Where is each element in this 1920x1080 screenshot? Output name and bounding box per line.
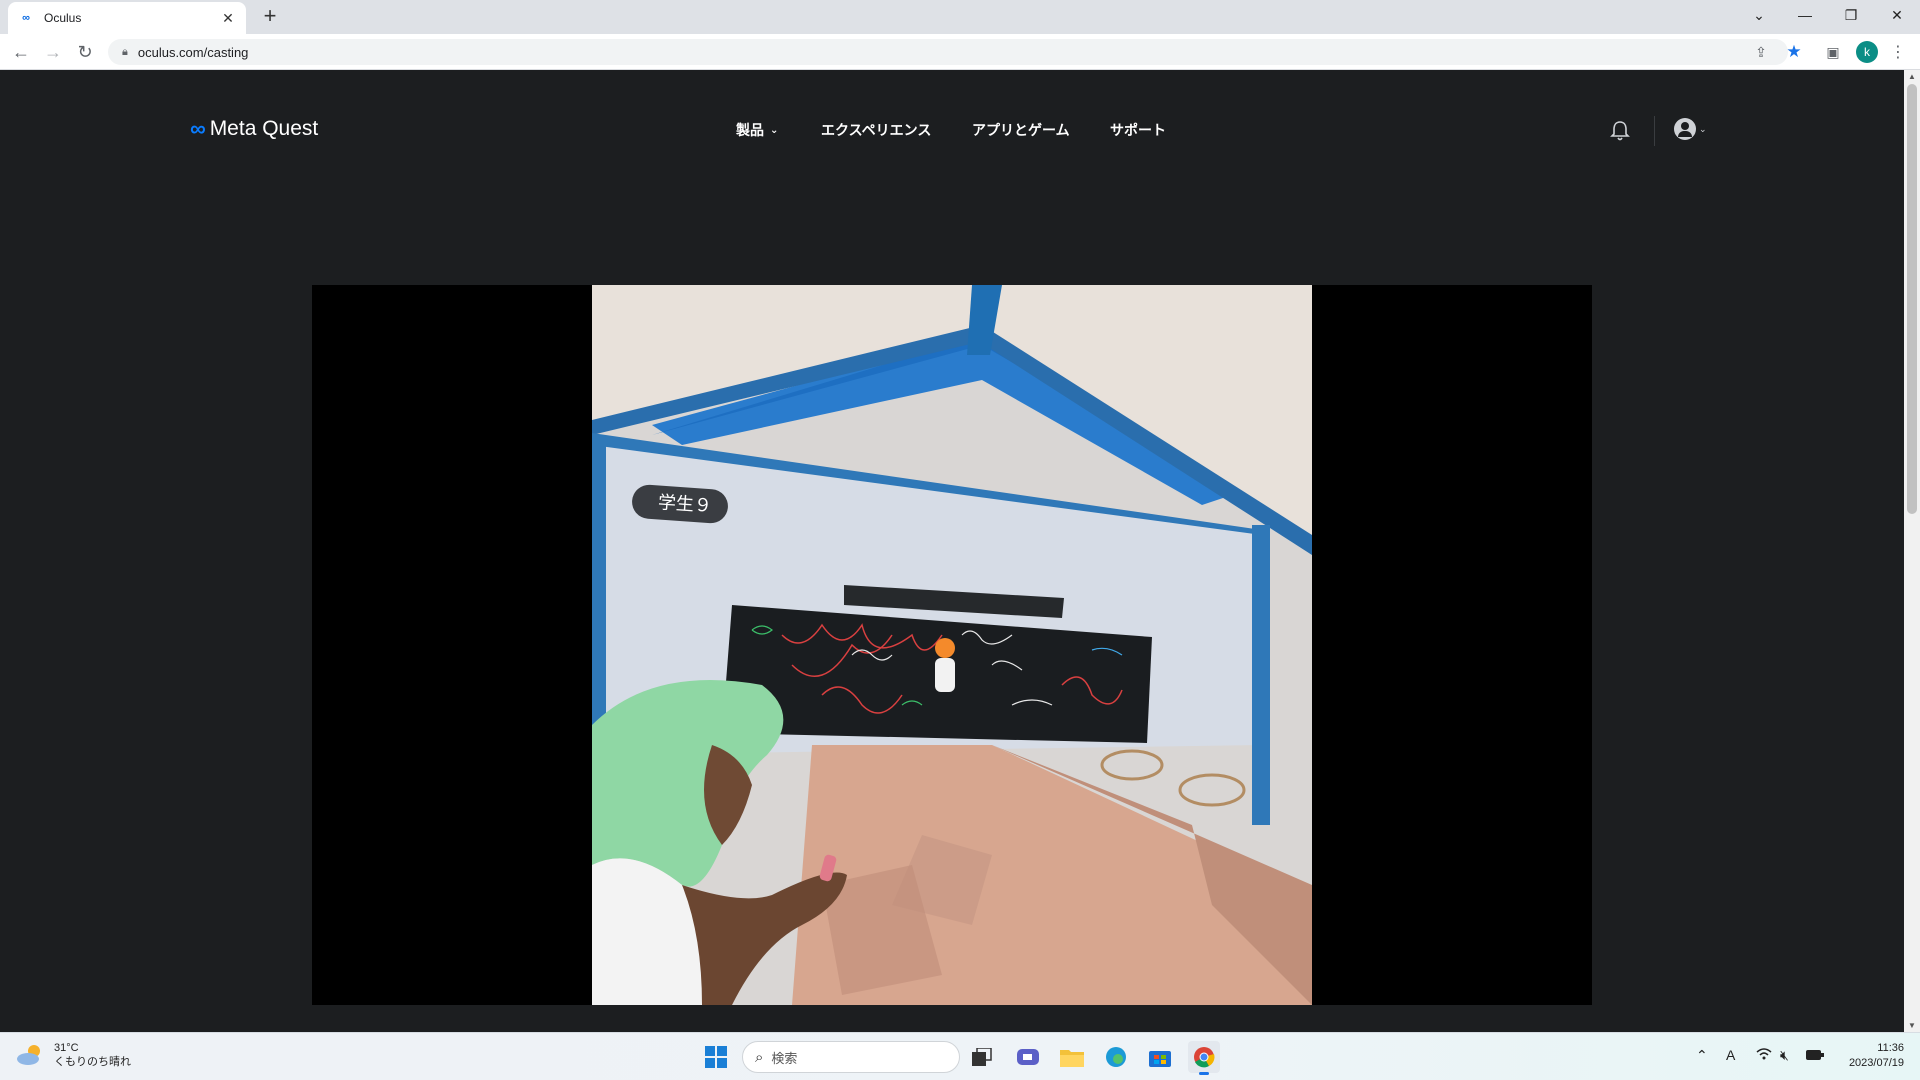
task-view-icon[interactable]: [966, 1041, 998, 1073]
chevron-down-icon: ⌄: [1699, 123, 1707, 134]
meta-infinity-icon: ∞: [190, 116, 206, 141]
wifi-icon[interactable]: [1756, 1047, 1772, 1063]
logo-text: Meta Quest: [209, 117, 319, 140]
reload-button[interactable]: ↻: [73, 40, 97, 64]
scroll-up-icon[interactable]: ▲: [1908, 72, 1916, 81]
scrollbar-thumb[interactable]: [1907, 84, 1917, 514]
minimize-button[interactable]: —: [1782, 0, 1828, 30]
windows-taskbar: 31°C くもりのち晴れ ⌕ 検索 ⌃ A 🔇︎ 11:36 2023/07/1…: [0, 1032, 1920, 1080]
nav-apps-label: アプリとゲーム: [972, 122, 1070, 138]
back-button[interactable]: ←: [9, 40, 33, 64]
tab-search-icon[interactable]: ⌄: [1736, 0, 1782, 30]
tray-overflow-icon[interactable]: ⌃: [1696, 1047, 1708, 1064]
bookmark-star-icon[interactable]: ★: [1784, 42, 1804, 62]
battery-icon[interactable]: [1806, 1047, 1824, 1063]
url-text: oculus.com/casting: [137, 44, 249, 60]
header-divider: [1654, 116, 1655, 146]
casting-player: 学生９: [312, 285, 1592, 1005]
nav-item-products[interactable]: 製品 ⌄: [736, 120, 778, 140]
account-menu[interactable]: ⌄: [1674, 118, 1707, 140]
chevron-down-icon: ⌄: [770, 124, 779, 136]
lock-icon[interactable]: 🔒︎: [122, 46, 128, 59]
close-window-button[interactable]: ✕: [1874, 0, 1920, 30]
partly-cloudy-icon: [16, 1044, 46, 1066]
taskbar-clock[interactable]: 11:36 2023/07/19: [1838, 1041, 1904, 1071]
file-explorer-icon[interactable]: [1056, 1041, 1088, 1073]
teams-chat-icon[interactable]: [1012, 1041, 1044, 1073]
notification-bell-icon[interactable]: [1610, 120, 1630, 148]
tab-close-icon[interactable]: ✕: [220, 10, 236, 27]
clock-date: 2023/07/19: [1848, 1057, 1904, 1069]
account-icon: [1674, 118, 1696, 140]
meta-quest-logo[interactable]: ∞ Meta Quest: [190, 116, 318, 142]
meta-logo-icon: ∞: [22, 12, 30, 24]
weather-temp: 31°C: [54, 1042, 79, 1054]
browser-toolbar: ← → ↻ 🔒︎ oculus.com/casting ⇪ ★ ▣ k ⋮: [0, 34, 1920, 70]
forward-button[interactable]: →: [41, 40, 65, 64]
page-scrollbar[interactable]: ▲ ▼: [1904, 70, 1920, 1032]
restore-button[interactable]: ❐: [1828, 0, 1874, 30]
page-content: ∞ Meta Quest 製品 ⌄ エクスペリエンス アプリとゲーム サポート …: [0, 70, 1904, 1032]
nav-item-support[interactable]: サポート: [1110, 120, 1166, 140]
nav-item-experiences[interactable]: エクスペリエンス: [821, 120, 931, 140]
avatar-name-tag: 学生９: [657, 492, 713, 516]
profile-avatar[interactable]: k: [1856, 41, 1878, 63]
vr-stream-view: 学生９: [592, 285, 1312, 1005]
nav-products-label: 製品: [736, 122, 764, 138]
nav-experiences-label: エクスペリエンス: [821, 122, 932, 138]
weather-desc: くもりのち晴れ: [54, 1056, 131, 1068]
side-panel-icon[interactable]: ▣: [1823, 42, 1843, 62]
ime-mode-icon[interactable]: A: [1726, 1047, 1735, 1063]
chrome-icon[interactable]: [1188, 1041, 1220, 1075]
address-bar[interactable]: 🔒︎ oculus.com/casting: [108, 39, 1788, 65]
nav-support-label: サポート: [1110, 122, 1166, 138]
scroll-down-icon[interactable]: ▼: [1908, 1021, 1916, 1030]
active-indicator: [1199, 1072, 1209, 1075]
taskbar-search[interactable]: ⌕ 検索: [742, 1041, 960, 1073]
menu-kebab-icon[interactable]: ⋮: [1888, 42, 1908, 62]
tab-title: Oculus: [44, 11, 82, 25]
nav-item-apps-games[interactable]: アプリとゲーム: [972, 120, 1070, 140]
share-icon[interactable]: ⇪: [1751, 42, 1771, 62]
new-tab-button[interactable]: +: [258, 5, 282, 29]
microsoft-store-icon[interactable]: [1144, 1041, 1176, 1073]
search-icon: ⌕: [755, 1048, 764, 1066]
search-placeholder: 検索: [771, 1050, 798, 1066]
browser-tab-bar: ∞ Oculus ✕ + ⌄ — ❐ ✕: [0, 0, 1920, 34]
volume-muted-icon[interactable]: 🔇︎: [1780, 1047, 1789, 1064]
browser-tab[interactable]: ∞ Oculus ✕: [8, 2, 246, 34]
weather-widget[interactable]: 31°C くもりのち晴れ: [16, 1041, 131, 1069]
edge-browser-icon[interactable]: [1100, 1041, 1132, 1073]
clock-time: 11:36: [1877, 1042, 1904, 1054]
start-button[interactable]: [700, 1041, 732, 1073]
